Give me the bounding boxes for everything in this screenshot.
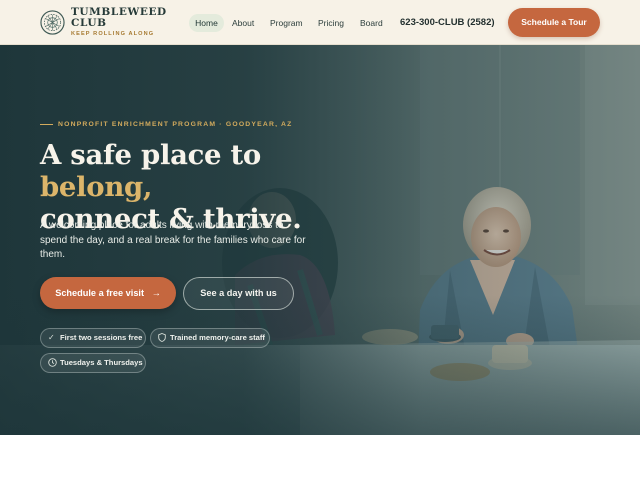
chip-label: Trained memory-care staff <box>170 333 265 342</box>
nav-board[interactable]: Board <box>360 14 383 32</box>
nav-home[interactable]: Home <box>189 14 224 32</box>
eyebrow-text: NONPROFIT ENRICHMENT PROGRAM · GOODYEAR,… <box>58 121 293 128</box>
headline-part1: A safe place to <box>40 139 261 171</box>
chip-trained-staff: Trained memory-care staff <box>150 328 270 348</box>
hero-section: NONPROFIT ENRICHMENT PROGRAM · GOODYEAR,… <box>0 45 640 435</box>
nav-about[interactable]: About <box>232 14 254 32</box>
check-icon: ✓ <box>48 333 55 342</box>
chip-label: Tuesdays & Thursdays <box>60 358 143 367</box>
chip-schedule-days: Tuesdays & Thursdays <box>40 353 146 373</box>
clock-icon <box>48 358 57 367</box>
phone-link[interactable]: 623-300-CLUB (2582) <box>400 14 495 32</box>
shield-icon <box>158 333 166 342</box>
brand-tagline: KEEP ROLLING ALONG <box>71 31 155 37</box>
primary-cta-label: Schedule a free visit <box>55 288 145 298</box>
schedule-free-visit-button[interactable]: Schedule a free visit → <box>40 277 176 309</box>
hero-eyebrow: NONPROFIT ENRICHMENT PROGRAM · GOODYEAR,… <box>40 121 293 128</box>
schedule-tour-button[interactable]: Schedule a Tour <box>508 8 600 37</box>
site-header: TUMBLEWEED CLUB KEEP ROLLING ALONG Home … <box>0 0 640 45</box>
chip-free-sessions: ✓ First two sessions free <box>40 328 146 348</box>
headline-accent: belong, <box>40 171 153 203</box>
nav-pricing[interactable]: Pricing <box>318 14 344 32</box>
chip-label: First two sessions free <box>60 333 143 342</box>
nav-program[interactable]: Program <box>270 14 303 32</box>
arrow-right-icon: → <box>151 288 161 298</box>
tumbleweed-logo-icon[interactable] <box>40 10 65 35</box>
hero-lead: A welcoming place for adults living with… <box>40 220 306 260</box>
eyebrow-rule <box>40 124 53 125</box>
see-a-day-button[interactable]: See a day with us <box>183 277 294 310</box>
brand-name[interactable]: TUMBLEWEED CLUB <box>71 7 166 29</box>
